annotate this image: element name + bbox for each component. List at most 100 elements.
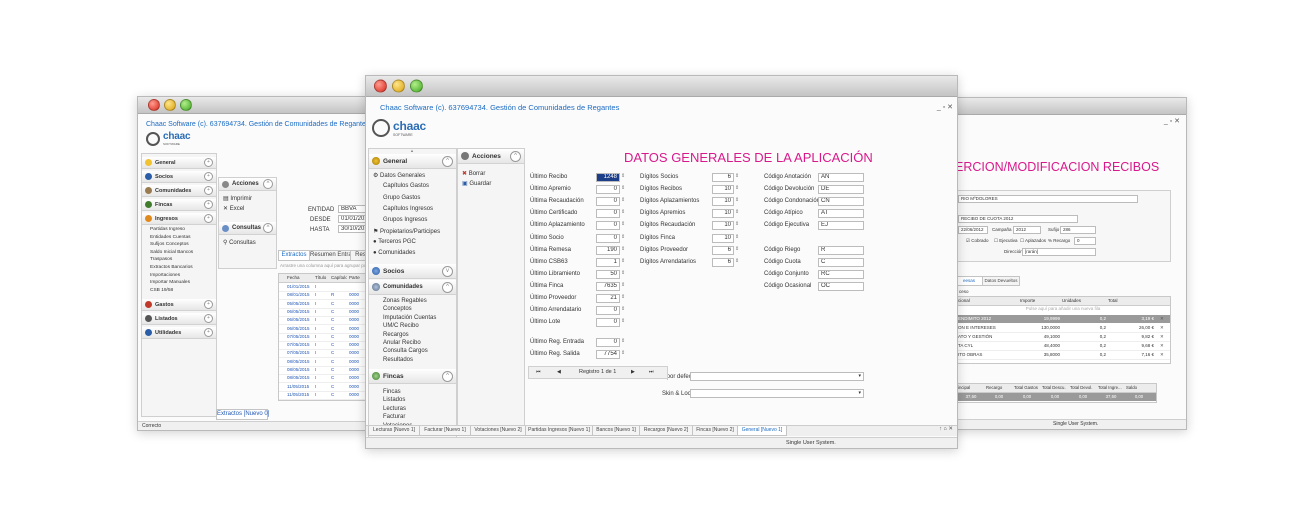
document-tab[interactable]: Recargos [Nuevo 2] [639,426,693,436]
spinner-button[interactable]: ⇕ [621,350,625,356]
numeric-field[interactable]: 10 [712,221,734,230]
spinner-button[interactable]: ⇕ [621,197,625,203]
document-tab[interactable]: Partidas Ingresos [Nuevo 1] [525,426,593,436]
nav-datos-generales[interactable]: ⚙ Datos Generales [373,172,425,179]
nav-group-utilidades[interactable]: Utilidades + [142,327,216,340]
table-row[interactable]: ITO OBRAS 35,8000 0,2 7,16 € ✕ [956,351,1170,360]
tab-datos-devueltos[interactable]: Datos Devueltos [982,276,1020,286]
tab-bar-controls[interactable]: ↑ ⌂ ✕ [939,426,953,432]
numeric-field[interactable]: 190 [596,246,620,255]
ejecutiva-checkbox[interactable]: ☐ Ejecutiva [994,238,1018,244]
new-row-hint[interactable]: Pulse aquí para añadir una nueva fila [956,306,1170,314]
expand-button[interactable]: + [204,300,213,310]
numeric-field[interactable]: 0 [596,221,620,230]
print-action[interactable]: ▤ Imprimir [223,195,252,202]
nav-item-comunidades[interactable]: Resultados [383,357,413,363]
nav-grupos-ingresos[interactable]: Grupos Ingresos [383,217,427,223]
nav-item-ingresos[interactable]: Importaciones [150,273,180,278]
last-record-button[interactable]: ⏭ [649,369,654,375]
nav-item-ingresos[interactable]: Traspasos [150,257,172,262]
delete-row-icon[interactable]: ✕ [1160,316,1168,322]
close-light-icon[interactable] [148,99,160,111]
comunidades-group-header[interactable]: Comunidades [383,284,423,290]
collapse-comunidades-button[interactable]: ^ [442,282,453,293]
table-row[interactable]: TA CYL 48,4000 0,2 9,68 € ✕ [956,342,1170,351]
code-field[interactable]: CN [818,197,864,206]
collapse-fincas-button[interactable]: ^ [442,371,453,382]
nav-item-ingresos[interactable]: Entidades Cuentas [150,235,191,240]
recargo-field[interactable]: 0 [1074,237,1096,245]
zoom-light-icon[interactable] [180,99,192,111]
fecha-field[interactable]: 22/06/2012 [958,226,988,234]
expand-button[interactable]: + [204,214,213,223]
spinner-button[interactable]: ⇕ [735,221,739,227]
numeric-field[interactable]: 0 [596,306,620,315]
spinner-button[interactable]: ⇕ [621,246,625,252]
spinner-button[interactable]: ⇕ [621,318,625,324]
spinner-button[interactable]: ⇕ [621,185,625,191]
nav-item-comunidades[interactable]: Imputación Cuentas [383,315,436,321]
excel-action[interactable]: ✕ Excel [223,205,244,212]
numeric-field[interactable]: 21 [596,294,620,303]
nav-item-ingresos[interactable]: Extractos Bancarios [150,265,193,270]
tab-conceptos[interactable]: eesas [955,276,983,286]
general-group-header[interactable]: General [383,158,407,165]
spinner-button[interactable]: ⇕ [621,209,625,215]
nav-group-fincas[interactable]: Fincas + [142,199,216,211]
table-row[interactable]: ON E INTERESES 130,0000 0,2 26,00 € ✕ [956,324,1170,333]
expand-button[interactable]: + [204,200,213,209]
numeric-field[interactable]: 0 [596,197,620,206]
spinner-button[interactable]: ⇕ [621,338,625,344]
spinner-button[interactable]: ⇕ [735,234,739,240]
nav-item-comunidades[interactable]: Zonas Regables [383,298,427,304]
nav-item-ingresos[interactable]: Partidas Ingreso [150,227,185,232]
collapse-general-button[interactable]: ^ [442,156,453,167]
document-tab[interactable]: Facturar [Nuevo 1] [419,426,471,436]
comunidad-defecto-select[interactable]: ▾ [690,372,864,381]
code-field[interactable]: OC [818,282,864,291]
nav-item-comunidades[interactable]: Conceptos [383,306,412,312]
nav-group-socios[interactable]: Socios + [142,171,216,183]
code-field[interactable]: AT [818,209,864,218]
spinner-button[interactable]: ⇕ [621,234,625,240]
next-record-button[interactable]: ▶ [631,369,635,375]
numeric-field[interactable]: 0 [596,209,620,218]
document-tab[interactable]: Fincas [Nuevo 2] [692,426,738,436]
nav-item-comunidades[interactable]: UM/C Recibo [383,323,419,329]
collapse-consultas-button[interactable]: ^ [263,223,273,233]
expand-button[interactable]: + [204,328,213,338]
nav-item-fincas[interactable]: Lecturas [383,406,406,412]
numeric-field[interactable]: 0 [596,338,620,347]
spinner-button[interactable]: ⇕ [735,209,739,215]
grid-header-cell[interactable]: Total [1108,298,1154,303]
nav-group-general[interactable]: General + [142,157,216,169]
close-light-icon[interactable] [374,79,387,93]
spinner-button[interactable]: ⇕ [735,246,739,252]
spinner-button[interactable]: ⇕ [735,173,739,179]
spinner-button[interactable]: ⇕ [735,258,739,264]
nav-group-comunidades[interactable]: Comunidades + [142,185,216,197]
skin-select[interactable]: ▾ [690,389,864,398]
delete-row-icon[interactable]: ✕ [1160,334,1168,340]
tab-extractos[interactable]: Extractos [278,250,310,261]
minimize-light-icon[interactable] [392,79,405,93]
grid-header-cell[interactable]: Capítulo [331,275,347,280]
nav-item-comunidades[interactable]: Anular Recibo [383,340,421,346]
nav-group-ingresos[interactable]: Ingresos + [142,213,216,225]
spinner-button[interactable]: ⇕ [621,282,625,288]
table-row[interactable]: ATO Y GESTIÓN 49,1000 0,2 9,82 € ✕ [956,333,1170,342]
expand-button[interactable]: + [204,158,213,167]
table-row[interactable]: ENDIMITO 2012 19,9999 0,2 3,19 € ✕ [956,315,1170,323]
document-tab[interactable]: Votaciones [Nuevo 2] [470,426,526,436]
nav-capitulos-ingresos[interactable]: Capítulos Ingresos [383,206,433,212]
numeric-field[interactable]: 10 [712,209,734,218]
grid-header-cell[interactable]: cional [958,298,1018,303]
nav-terceros[interactable]: ● Terceros PGC [373,239,416,245]
aplazados-checkbox[interactable]: ☐ Aplazados [1020,238,1046,244]
code-field[interactable]: DE [818,185,864,194]
delete-row-icon[interactable]: ✕ [1160,352,1168,358]
spinner-button[interactable]: ⇕ [621,294,625,300]
numeric-field[interactable]: 10 [712,185,734,194]
nav-grupo-gastos[interactable]: Grupo Gastos [383,195,420,201]
spinner-button[interactable]: ⇕ [735,197,739,203]
